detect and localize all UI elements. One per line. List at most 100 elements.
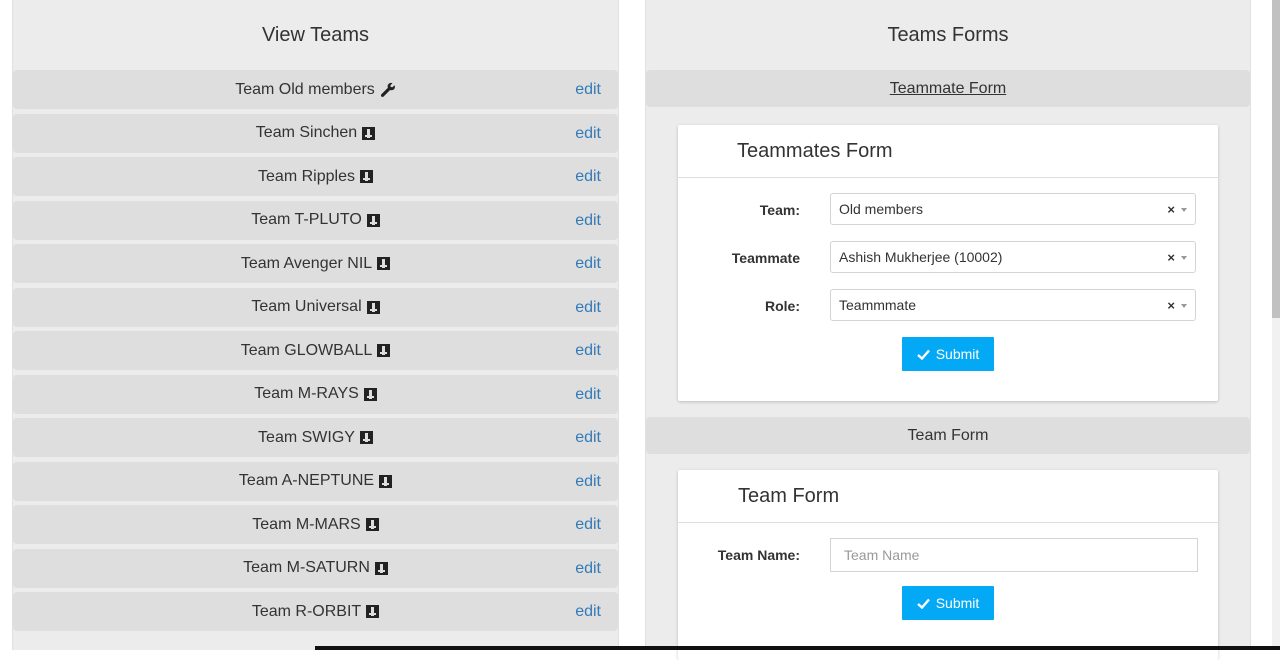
team-row[interactable]: Team M-MARS edit (13, 505, 618, 544)
badge-icon[interactable] (363, 387, 377, 401)
view-teams-title: View Teams (261, 23, 370, 46)
teammates-form-title: Teammates Form (678, 125, 1218, 178)
team-row[interactable]: Team Universal edit (13, 287, 618, 327)
team-row[interactable]: Team T-PLUTO edit (13, 200, 618, 240)
team-name-label: Team T-PLUTO (251, 211, 362, 228)
badge-icon[interactable] (366, 213, 380, 227)
team-edit-link[interactable]: edit (575, 549, 601, 588)
badge-icon[interactable] (366, 300, 380, 314)
teammate-form-link[interactable]: Teammate Form (890, 80, 1006, 98)
team-field-row: Team: Old members × (678, 193, 1218, 241)
team-name-label: Team R-ORBIT (251, 602, 362, 620)
role-select-value: Teammmate (839, 297, 917, 313)
team-row[interactable]: Team A-NEPTUNE edit (13, 461, 618, 501)
team-name: Team Ripples (258, 168, 373, 186)
team-edit-link[interactable]: edit (575, 201, 601, 240)
team-edit-link[interactable]: edit (575, 157, 601, 196)
team-name-label: Team M-SATURN (243, 559, 370, 576)
team-name-label: Team Old members (235, 80, 375, 98)
teammate-select[interactable]: Ashish Mukherjee (10002) × (830, 241, 1196, 273)
badge-icon[interactable] (366, 605, 380, 618)
team-form-card: Team Form Team Name: Submit (678, 470, 1218, 660)
team-name: Team Sinchen (255, 124, 376, 142)
check-icon (916, 598, 930, 609)
badge-icon[interactable] (377, 344, 391, 357)
team-name: Team Avenger NIL (240, 254, 391, 273)
team-edit-link[interactable]: edit (575, 592, 601, 631)
badge-icon[interactable] (359, 431, 373, 444)
team-row[interactable]: Team GLOWBALL edit (13, 331, 618, 370)
teams-forms-title: Teams Forms (887, 23, 1009, 46)
role-select[interactable]: Teammmate × (830, 289, 1196, 321)
badge-icon[interactable] (379, 474, 393, 488)
team-row[interactable]: Team M-RAYS edit (13, 374, 618, 414)
team-name-label: Team SWIGY (258, 428, 355, 446)
teammate-field-label: Teammate (731, 250, 800, 266)
wrench-icon[interactable] (380, 82, 396, 98)
teammate-dropdown-arrow-icon[interactable] (1181, 256, 1187, 260)
team-name-label: Team Name: (717, 547, 800, 563)
teammate-clear-icon[interactable]: × (1167, 250, 1175, 265)
team-edit-link[interactable]: edit (575, 244, 601, 283)
team-name: Team R-ORBIT (251, 602, 380, 621)
team-name: Team GLOWBALL (241, 342, 391, 360)
team-form-section-header[interactable]: Team Form (646, 417, 1250, 454)
check-icon (916, 349, 930, 360)
team-row[interactable]: Team Ripples edit (13, 157, 618, 196)
badge-icon[interactable] (359, 170, 373, 183)
team-name: Team A-NEPTUNE (238, 472, 393, 490)
role-dropdown-arrow-icon[interactable] (1181, 304, 1187, 308)
page-scrollbar[interactable] (1272, 0, 1280, 650)
team-edit-link[interactable]: edit (575, 114, 601, 153)
team-name-label: Team GLOWBALL (240, 341, 373, 359)
teammate-submit-button[interactable]: Submit (902, 337, 994, 371)
team-submit-label: Submit (935, 595, 980, 611)
badge-icon[interactable] (377, 257, 391, 270)
team-field-label: Team: (759, 202, 800, 218)
team-name-label: Team A-NEPTUNE (238, 472, 375, 489)
team-select-value: Old members (839, 201, 924, 217)
team-list: Team Old members edit Team Sinchen edit Team… (13, 70, 618, 631)
role-field-row: Role: Teammmate × (678, 289, 1218, 337)
team-edit-link[interactable]: edit (575, 331, 601, 370)
team-edit-link[interactable]: edit (575, 288, 601, 327)
team-name: Team M-MARS (252, 516, 379, 534)
badge-icon[interactable] (374, 561, 388, 575)
team-submit-button[interactable]: Submit (902, 586, 994, 620)
team-row[interactable]: Team Old members edit (13, 70, 618, 109)
team-edit-link[interactable]: edit (575, 462, 601, 501)
view-teams-panel: View Teams Team Old members edit Team Sinc… (12, 0, 619, 650)
team-row[interactable]: Team R-ORBIT edit (13, 592, 618, 631)
team-row[interactable]: Team M-SATURN edit (13, 548, 618, 588)
team-name: Team Old members (235, 81, 396, 99)
taskbar-strip (315, 646, 1280, 650)
team-edit-link[interactable]: edit (575, 505, 601, 544)
team-name-label: Team Avenger NIL (240, 254, 373, 272)
team-name: Team Universal (251, 298, 380, 316)
team-name-input[interactable] (830, 538, 1198, 572)
badge-icon[interactable] (365, 518, 379, 531)
team-name: Team SWIGY (258, 429, 373, 447)
badge-icon[interactable] (362, 126, 376, 140)
team-name-label: Team M-RAYS (254, 385, 359, 402)
teammate-submit-label: Submit (935, 346, 980, 362)
scrollbar-thumb[interactable] (1272, 0, 1280, 318)
teammate-select-value: Ashish Mukherjee (10002) (839, 249, 1003, 265)
team-dropdown-arrow-icon[interactable] (1181, 208, 1187, 212)
team-name-row: Team Name: (678, 538, 1218, 586)
teammate-field-row: Teammate Ashish Mukherjee (10002) × (678, 241, 1218, 289)
team-form-section-label: Team Form (907, 426, 989, 444)
team-name: Team M-RAYS (254, 385, 377, 403)
team-clear-icon[interactable]: × (1167, 202, 1175, 217)
team-row[interactable]: Team Sinchen edit (13, 113, 618, 153)
team-edit-link[interactable]: edit (575, 70, 601, 109)
team-edit-link[interactable]: edit (575, 375, 601, 414)
teammate-form-section-header[interactable]: Teammate Form (646, 70, 1250, 107)
role-clear-icon[interactable]: × (1167, 298, 1175, 313)
team-select[interactable]: Old members × (830, 193, 1196, 225)
team-edit-link[interactable]: edit (575, 418, 601, 457)
team-name-label: Team Sinchen (255, 124, 358, 141)
team-row[interactable]: Team SWIGY edit (13, 418, 618, 457)
team-row[interactable]: Team Avenger NIL edit (13, 244, 618, 283)
team-name: Team T-PLUTO (251, 211, 380, 229)
